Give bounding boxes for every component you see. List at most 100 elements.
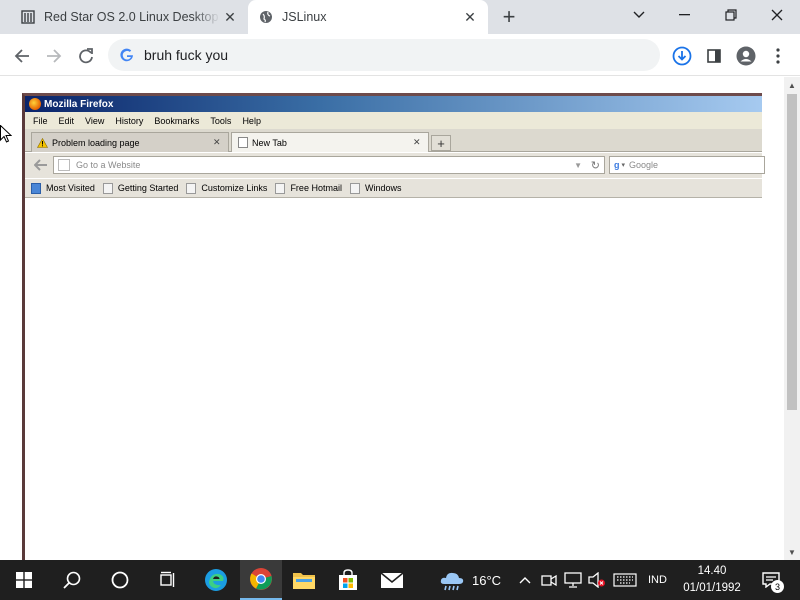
most-visited-icon — [31, 182, 41, 194]
firefox-menubar: File Edit View History Bookmarks Tools H… — [25, 112, 762, 129]
cortana-icon[interactable] — [96, 560, 144, 600]
search-placeholder: Google — [629, 160, 659, 170]
google-icon: g — [614, 160, 620, 170]
browser-tab-active[interactable]: JSLinux ✕ — [248, 0, 488, 34]
address-input[interactable] — [144, 47, 624, 63]
dropdown-arrow-icon[interactable]: ▼ — [574, 161, 582, 170]
bookmark-page-icon — [186, 182, 197, 194]
more-menu-icon[interactable] — [764, 42, 792, 70]
firefox-page-body[interactable] — [25, 199, 762, 563]
firefox-new-tab-button[interactable]: + — [431, 135, 451, 151]
emulator-screen[interactable]: Mozilla Firefox File Edit View History B… — [22, 93, 765, 563]
close-tab-icon[interactable]: ✕ — [460, 7, 480, 27]
scroll-up-arrow-icon[interactable]: ▲ — [784, 79, 800, 91]
scroll-down-arrow-icon[interactable]: ▼ — [784, 546, 800, 558]
close-tab-icon[interactable]: ✕ — [413, 137, 425, 148]
bookmark-item[interactable]: Windows — [349, 182, 402, 194]
firefox-window-title: Mozilla Firefox — [44, 98, 114, 110]
search-icon[interactable] — [48, 560, 96, 600]
bookmark-item[interactable]: Getting Started — [102, 182, 179, 194]
bookmark-label: Windows — [364, 183, 402, 193]
download-icon[interactable] — [668, 42, 696, 70]
firefox-url-bar[interactable]: Go to a Website ▼ ↻ — [53, 156, 605, 174]
store-icon[interactable] — [326, 560, 370, 600]
url-placeholder: Go to a Website — [76, 160, 141, 170]
mail-icon[interactable] — [370, 560, 414, 600]
firefox-tab[interactable]: Problem loading page ✕ — [31, 132, 229, 152]
page-scrollbar[interactable]: ▲ ▼ — [784, 77, 800, 560]
close-tab-icon[interactable]: ✕ — [213, 137, 225, 148]
warning-icon — [37, 137, 48, 148]
browser-tab-strip: Red Star OS 2.0 Linux Desktop : ✕ JSLinu… — [0, 0, 800, 34]
firefox-tab-title: Problem loading page — [52, 137, 140, 148]
blank-page-icon — [237, 137, 248, 148]
close-tab-icon[interactable]: ✕ — [220, 7, 240, 27]
search-dropdown-icon[interactable]: ▾ — [622, 161, 626, 169]
show-hidden-icons-icon[interactable] — [514, 560, 536, 600]
browser-toolbar — [0, 34, 800, 76]
weather-temperature[interactable]: 16°C — [472, 560, 501, 600]
notification-count: 3 — [771, 580, 784, 593]
volume-muted-icon[interactable] — [586, 560, 608, 600]
firefox-icon — [29, 98, 41, 110]
browser-tab[interactable]: Red Star OS 2.0 Linux Desktop : ✕ — [10, 0, 248, 34]
menu-help[interactable]: Help — [242, 116, 261, 126]
clock-date: 01/01/1992 — [683, 582, 741, 594]
bookmark-item[interactable]: Customize Links — [186, 182, 268, 194]
input-language[interactable]: IND — [648, 560, 667, 600]
firefox-tab-title: New Tab — [252, 137, 287, 148]
page-content: Mozilla Firefox File Edit View History B… — [0, 77, 784, 563]
edge-icon[interactable] — [192, 560, 240, 600]
bookmark-page-icon — [349, 182, 360, 194]
notification-center-icon[interactable]: 3 — [756, 560, 786, 600]
menu-view[interactable]: View — [85, 116, 104, 126]
minimize-icon[interactable] — [662, 0, 708, 30]
menu-bookmarks[interactable]: Bookmarks — [154, 116, 199, 126]
document-icon — [20, 9, 36, 25]
screen: Red Star OS 2.0 Linux Desktop : ✕ JSLinu… — [0, 0, 800, 600]
bookmark-label: Customize Links — [201, 183, 268, 193]
tab-search-icon[interactable] — [616, 0, 662, 30]
menu-tools[interactable]: Tools — [210, 116, 231, 126]
firefox-search-bar[interactable]: g ▾ Google — [609, 156, 765, 174]
bookmark-item[interactable]: Most Visited — [31, 182, 95, 194]
task-view-icon[interactable] — [144, 560, 192, 600]
firefox-navbar: Go to a Website ▼ ↻ g ▾ Google — [25, 153, 765, 178]
restore-icon[interactable] — [708, 0, 754, 30]
scrollbar-thumb[interactable] — [787, 94, 797, 410]
close-window-icon[interactable] — [754, 0, 800, 30]
side-panel-icon[interactable] — [700, 42, 728, 70]
menu-history[interactable]: History — [115, 116, 143, 126]
clock-time: 14.40 — [697, 565, 727, 577]
new-tab-button[interactable]: + — [497, 4, 521, 29]
menu-file[interactable]: File — [33, 116, 48, 126]
back-arrow-icon[interactable] — [8, 42, 36, 70]
firefox-tab-active[interactable]: New Tab ✕ — [231, 132, 429, 152]
bookmarks-toolbar: Most Visited Getting Started Customize L… — [25, 179, 762, 198]
weather-icon[interactable] — [436, 560, 468, 600]
menu-edit[interactable]: Edit — [59, 116, 75, 126]
reload-icon[interactable]: ↻ — [591, 159, 600, 172]
bookmark-label: Most Visited — [46, 183, 95, 193]
browser-tab-title: Red Star OS 2.0 Linux Desktop : — [44, 10, 220, 24]
file-explorer-icon[interactable] — [282, 560, 326, 600]
reload-icon[interactable] — [72, 42, 100, 70]
firefox-tabbar: Problem loading page ✕ New Tab ✕ + — [25, 129, 762, 152]
chrome-icon[interactable] — [240, 560, 282, 600]
windows-start-icon[interactable] — [0, 560, 48, 600]
bookmark-page-icon — [102, 182, 113, 194]
keyboard-icon[interactable] — [610, 560, 640, 600]
back-arrow-icon[interactable] — [30, 156, 52, 174]
bookmark-item[interactable]: Free Hotmail — [275, 182, 342, 194]
browser-tab-title: JSLinux — [282, 10, 327, 24]
globe-icon — [258, 9, 274, 25]
address-bar[interactable] — [108, 39, 660, 71]
bookmark-label: Getting Started — [117, 183, 179, 193]
meet-now-icon[interactable] — [538, 560, 560, 600]
network-icon[interactable] — [561, 560, 585, 600]
profile-avatar-icon[interactable] — [732, 42, 760, 70]
clock[interactable]: 14.40 01/01/1992 — [680, 563, 744, 597]
forward-arrow-icon[interactable] — [40, 42, 68, 70]
mouse-cursor-icon — [0, 125, 12, 143]
firefox-titlebar: Mozilla Firefox — [25, 96, 762, 112]
